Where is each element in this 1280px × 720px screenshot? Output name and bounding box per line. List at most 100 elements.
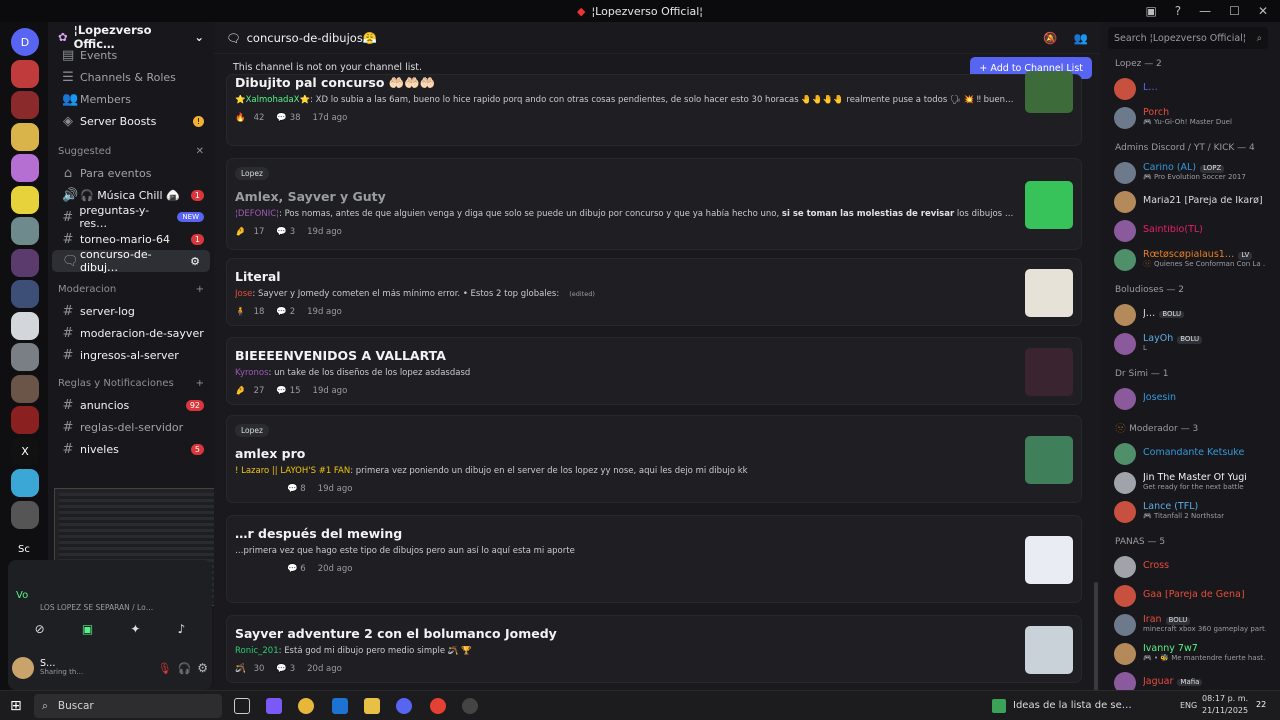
channels-roles-item[interactable]: ☰ Channels & Roles [48,66,214,88]
server-icon[interactable] [11,185,39,214]
reaction-chip[interactable]: 🔥 42 [235,113,264,123]
close-button[interactable]: ✕ [1258,4,1268,18]
member-item[interactable]: Jin The Master Of Yugi Get ready for the … [1100,468,1280,497]
server-icon[interactable] [11,91,39,119]
post-thumbnail[interactable] [1025,436,1073,484]
clock-time[interactable]: 08:17 p. m. [1202,694,1248,703]
channel-item[interactable]: # server-log [48,300,214,322]
screen-share-icon[interactable]: ▣ [82,622,93,636]
post-thumbnail[interactable] [1025,626,1073,674]
mute-icon[interactable]: 🎙 [158,662,172,675]
forum-post[interactable]: Dibujito pal concurso 🤲🏻🤲🏻🤲🏻 ⭐XalmohadaX⭐… [226,71,1082,146]
windows-start-icon[interactable]: ⊞ [10,698,22,714]
server-icon[interactable] [11,311,39,340]
channel-item[interactable]: ⌂ Para eventos [48,162,214,184]
channel-item[interactable]: # reglas-del-servidor [48,416,214,438]
events-item[interactable]: ▤ Events [48,44,214,66]
channel-item[interactable]: # torneo-mario-64 1 [48,228,214,250]
copilot-icon[interactable] [266,698,282,714]
news-widget[interactable]: Ideas de la lista de se… [1013,700,1132,711]
soundboard-icon[interactable]: ♪ [178,622,186,636]
news-icon[interactable] [992,699,1006,713]
reaction-chip[interactable]: 🪃 30 [235,664,264,674]
close-suggested-icon[interactable]: ✕ [196,146,204,157]
server-icon[interactable] [11,374,39,403]
file-explorer-icon[interactable] [364,698,380,714]
avatar[interactable] [12,657,34,679]
post-thumbnail[interactable] [1025,269,1073,317]
server-icon[interactable] [11,59,39,88]
suggested-header[interactable]: Suggested ✕ [48,140,214,162]
post-thumbnail[interactable] [1025,71,1073,113]
server-icon[interactable] [11,217,39,245]
notification-badge[interactable]: 22 [1256,700,1266,709]
task-view-icon[interactable] [234,698,250,714]
server-icon[interactable] [11,122,39,151]
post-thumbnail[interactable] [1025,536,1073,584]
app-icon[interactable] [462,698,478,714]
forum-post[interactable]: BIEEEENVENIDOS A VALLARTA Kyronos: un tak… [226,337,1082,405]
member-item[interactable]: Comandante Ketsuke [1100,439,1280,468]
channel-item[interactable]: 🔊 🎧 Música Chill 🍙 1 [48,184,214,206]
discord-taskbar-icon[interactable] [396,698,412,714]
minimize-button[interactable]: — [1199,4,1211,18]
outlook-icon[interactable] [332,698,348,714]
members-toggle-icon[interactable]: 👥 [1074,31,1088,45]
gear-icon[interactable]: ⚙ [190,255,200,268]
add-channel-icon[interactable]: + [196,378,204,389]
gear-icon[interactable]: ⚙ [197,661,208,675]
channel-item[interactable]: 🗨 concurso-de-dibuj… ⚙ [52,248,210,274]
server-icon[interactable] [11,343,39,371]
member-item[interactable]: Ivanny 7w7 🎮 • 🐝 Me mantendre fuerte hast… [1100,639,1280,668]
clock-date[interactable]: 21/11/2025 [1202,706,1248,715]
forum-post[interactable]: …r después del mewing …primera vez que ha… [226,515,1082,603]
channel-item[interactable]: # moderacion-de-sayver [48,322,214,344]
member-item[interactable]: Saintibio(TL) [1100,216,1280,245]
members-item[interactable]: 👥 Members [48,88,214,110]
member-item[interactable]: Iran BOLU minecraft xbox 360 gameplay part… [1100,610,1280,639]
taskbar-search[interactable]: ⌕ Buscar [34,694,222,718]
member-item[interactable]: Lance (TFL) 🎮 Titanfall 2 Northstar [1100,497,1280,526]
activities-icon[interactable]: ✦ [130,622,140,636]
member-item[interactable]: Gaa [Pareja de Gena] [1100,581,1280,610]
server-boosts-item[interactable]: ◈ Server Boosts! [48,110,214,132]
channel-item[interactable]: # anuncios 92 [48,394,214,416]
lang-indicator[interactable]: ENG [1180,701,1197,710]
member-item[interactable]: J… BOLU [1100,300,1280,329]
category-reglas[interactable]: Reglas y Notificaciones + [48,372,214,394]
reaction-chip[interactable]: 🤌 27 [235,386,264,396]
member-item[interactable]: Rœtøscøpialaus1… LV 🫥 Quienes Se Conforman… [1100,245,1280,274]
channel-item[interactable]: # niveles 5 [48,438,214,460]
chrome2-icon[interactable] [430,698,446,714]
scrollbar[interactable] [1094,582,1098,692]
server-icon[interactable] [11,500,39,529]
deafen-icon[interactable]: 🎧 [178,662,192,675]
reaction-chip[interactable]: 🤌 17 [235,227,264,237]
post-thumbnail[interactable] [1025,181,1073,229]
server-icon[interactable]: D [11,28,39,56]
server-icon[interactable] [11,248,39,277]
member-item[interactable]: Cross [1100,552,1280,581]
reaction-chip[interactable]: 🧍 18 [235,307,264,317]
forum-post[interactable]: Lopez Amlex, Sayver y Guty ¦DEFONIC¦: Pos … [226,158,1082,250]
maximize-button[interactable]: ☐ [1229,4,1240,18]
add-channel-icon[interactable]: + [196,284,204,295]
search-input[interactable]: Search ¦Lopezverso Official¦ ⌕ [1108,27,1268,49]
member-item[interactable]: Porch 🎮 Yu-Gi-Oh! Master Duel [1100,103,1280,132]
post-thumbnail[interactable] [1025,348,1073,396]
camera-off-icon[interactable]: ⊘ [35,622,45,636]
server-icon[interactable]: X [11,437,39,466]
channel-item[interactable]: # preguntas-y-res… NEW [48,204,214,230]
chrome-icon[interactable] [298,698,314,714]
channel-item[interactable]: # ingresos-al-server [48,344,214,366]
server-icon[interactable] [11,406,39,434]
server-icon[interactable] [11,280,39,308]
member-item[interactable]: Maria21 [Pareja de Ikarø] [1100,187,1280,216]
member-item[interactable]: Josesin [1100,384,1280,413]
member-item[interactable]: L… [1100,74,1280,103]
member-item[interactable]: LayOh BOLU L [1100,329,1280,358]
server-icon[interactable] [11,154,39,182]
server-icon[interactable] [11,469,39,497]
forum-post[interactable]: Sayver adventure 2 con el bolumanco Jome… [226,615,1082,683]
member-item[interactable]: Carino (AL) LOPZ 🎮 Pro Evolution Soccer 20… [1100,158,1280,187]
